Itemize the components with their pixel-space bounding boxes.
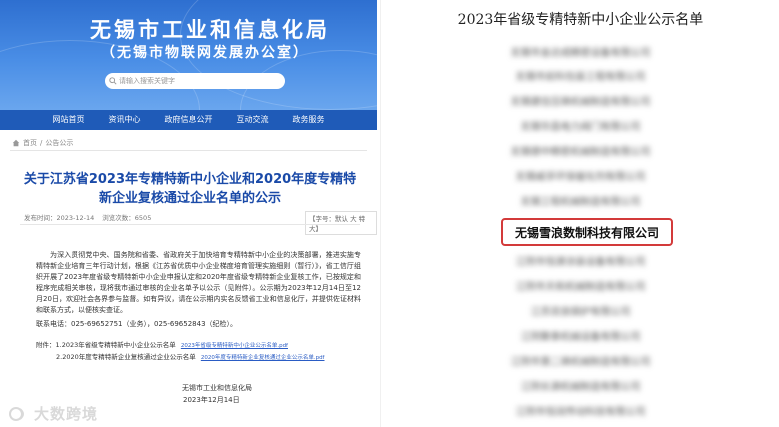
- breadcrumb-home[interactable]: 首页: [23, 138, 37, 148]
- list-item: 无锡市金达成精密设备有限公司: [510, 48, 651, 59]
- list-item: 无锡华昌电力阀门有限公司: [520, 122, 641, 133]
- divider: [10, 150, 367, 151]
- signature-date: 2023年12月14日: [183, 396, 240, 404]
- home-icon: [12, 139, 20, 147]
- list-item: 江阴长源机械制造有限公司: [520, 382, 641, 393]
- article-body: 为深入贯彻党中央、国务院和省委、省政府关于加快培育专精特新中小企业的决策部署，推…: [36, 251, 361, 314]
- attachment-1: 附件：1.2023年省级专精特新中小企业公示名单 2023年省级专精特新中小企业…: [36, 339, 288, 349]
- list-item: 江阴市恒源涂装设备有限公司: [515, 257, 646, 268]
- nav-item-home[interactable]: 网站首页: [41, 110, 97, 130]
- attachment-1-link[interactable]: 2023年省级专精特新中小企业公示名单.pdf: [181, 343, 288, 349]
- site-title: 无锡市工业和信息化局: [90, 18, 330, 42]
- attachment-2-link[interactable]: 2020年度专精特新企业复核通过企业公示名单.pdf: [201, 355, 325, 361]
- list-item: 江苏双良锅炉有限公司: [530, 307, 631, 318]
- watermark: 大数跨境: [8, 403, 98, 424]
- breadcrumb-separator: /: [40, 139, 43, 147]
- attachment-1-label: 附件：1.2023年省级专精特新中小企业公示名单: [36, 341, 176, 349]
- breadcrumb-current[interactable]: 公告公示: [45, 138, 73, 148]
- list-item: 无锡建信压铸机械制造有限公司: [510, 97, 651, 108]
- breadcrumb: 首页 / 公告公示: [12, 138, 73, 148]
- nav-item-news[interactable]: 资讯中心: [97, 110, 153, 130]
- list-title: 2023年省级专精特新中小企业公示名单: [457, 12, 704, 28]
- nav-item-services[interactable]: 政务服务: [281, 110, 337, 130]
- list-item: 无锡德中精密机械制造有限公司: [510, 147, 651, 158]
- search-icon[interactable]: [109, 77, 117, 85]
- list-item: 无锡市前科包装工程有限公司: [515, 72, 646, 83]
- watermark-logo-icon: [9, 406, 24, 421]
- watermark-text: 大数跨境: [34, 405, 99, 423]
- search-input[interactable]: [119, 73, 274, 89]
- list-item: 无锡威孚环保催化剂有限公司: [515, 172, 646, 183]
- attachment-2-label: 2.2020年度专精特新企业复核通过企业公示名单: [56, 353, 196, 361]
- highlighted-company: 无锡雪浪数制科技有限公司: [514, 226, 659, 240]
- company-list-panel: 2023年省级专精特新中小企业公示名单 无锡市金达成精密设备有限公司 无锡市前科…: [382, 0, 779, 427]
- nav-item-interaction[interactable]: 互动交流: [225, 110, 281, 130]
- main-nav: 网站首页 资讯中心 政府信息公开 互动交流 政务服务: [0, 110, 377, 130]
- article-meta: 发布时间：2023-12-14 浏览次数：6505: [24, 212, 151, 222]
- article-title: 关于江苏省2023年专精特新中小企业和2020年度专精特新企业复核通过企业名单的…: [23, 172, 357, 206]
- list-item: 江阴市天和机械制造有限公司: [515, 282, 646, 293]
- site-banner: 无锡市工业和信息化局 （无锡市物联网发展办公室）: [0, 0, 377, 110]
- announcement-page: 无锡市工业和信息化局 （无锡市物联网发展办公室） 网站首页 资讯中心 政府信息公…: [0, 0, 377, 427]
- contact-info: 联系电话：025-69652751（业务），025-69652843（纪检）。: [36, 320, 238, 328]
- nav-item-gov-info[interactable]: 政府信息公开: [153, 110, 225, 130]
- signature-org: 无锡市工业和信息化局: [182, 384, 252, 392]
- search-box[interactable]: [105, 73, 285, 89]
- site-subtitle: （无锡市物联网发展办公室）: [101, 45, 309, 61]
- attachment-2: 2.2020年度专精特新企业复核通过企业公示名单 2020年度专精特新企业复核通…: [56, 351, 325, 361]
- font-size-control[interactable]: 【字号：默认 大 特大】: [305, 211, 377, 235]
- view-count: 浏览次数：6505: [102, 214, 152, 222]
- list-item: 江阴市恒润传动科技有限公司: [515, 407, 646, 418]
- list-item: 江阴市第二铸机械制造有限公司: [510, 357, 651, 368]
- list-item: 无锡工程机械制造有限公司: [520, 197, 641, 208]
- panel-separator: [380, 0, 381, 427]
- publish-date: 发布时间：2023-12-14: [24, 214, 95, 222]
- list-item: 江阴聚泰机械设备有限公司: [520, 332, 641, 343]
- divider: [20, 224, 360, 225]
